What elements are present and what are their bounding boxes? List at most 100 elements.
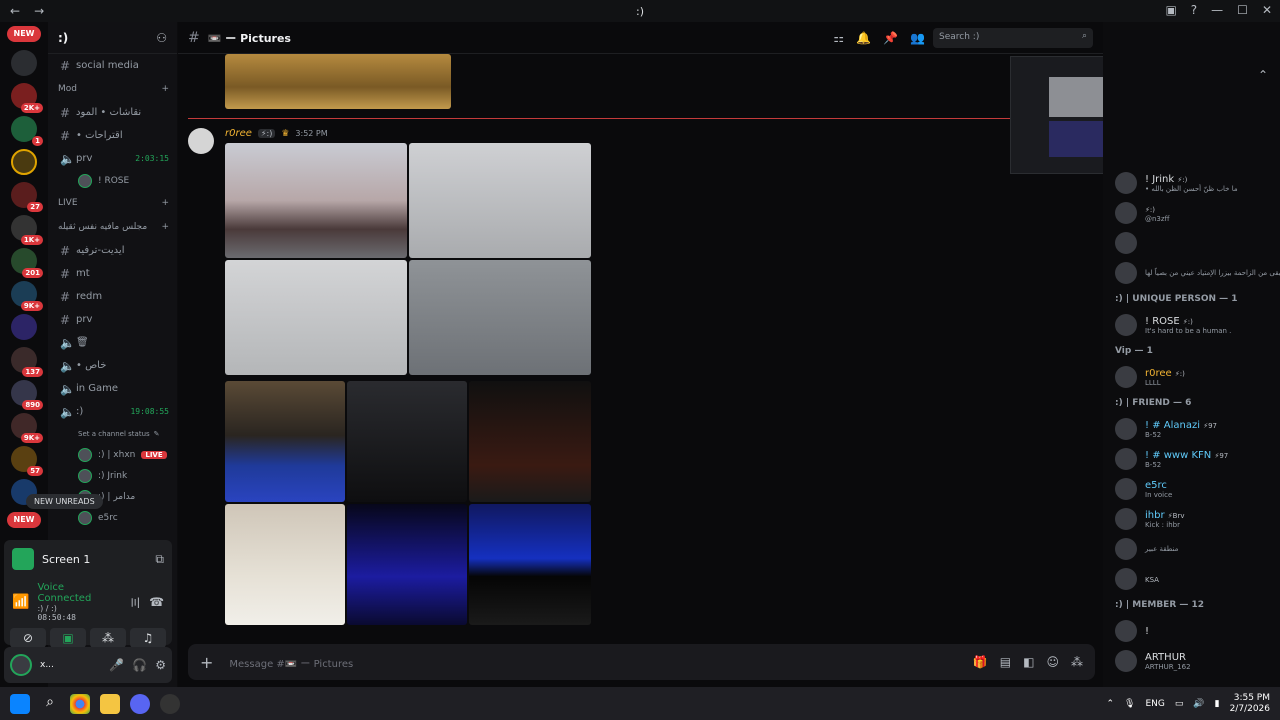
back-arrow-icon[interactable]: ← <box>10 4 20 18</box>
member-item[interactable]: KSA <box>1103 564 1280 594</box>
attachment-image[interactable] <box>347 504 467 625</box>
add-channel-icon[interactable]: + <box>161 84 169 94</box>
voice-channel[interactable]: 🔈 🗑 <box>48 331 177 354</box>
forward-arrow-icon[interactable]: → <box>34 4 44 18</box>
attachment-image[interactable] <box>469 381 591 502</box>
minimize-icon[interactable]: — <box>1211 3 1223 17</box>
text-channel[interactable]: # redm <box>48 285 177 308</box>
maximize-icon[interactable]: ☐ <box>1237 3 1248 17</box>
server-icon[interactable]: 57 <box>11 446 43 476</box>
voice-channel[interactable]: 🔈 • خاص <box>48 354 177 377</box>
add-channel-icon[interactable]: + <box>161 222 169 232</box>
attachment-image[interactable] <box>347 381 467 502</box>
member-item[interactable]: منطقة عبير <box>1103 534 1280 564</box>
voice-user[interactable]: ! ROSE <box>48 170 177 191</box>
voice-channel[interactable]: 🔈:) 19:08:55 <box>48 400 177 423</box>
voice-channel[interactable]: 🔈 in Game <box>48 377 177 400</box>
server-icon[interactable]: 201 <box>11 248 43 278</box>
member-item[interactable]: ! Jrink ⚡:) • ما خاب ظنّ أحسن الظن بالله <box>1103 168 1280 198</box>
apps-icon[interactable]: ⁂ <box>1071 655 1083 669</box>
voice-user[interactable]: :) | xhxn LIVE <box>48 444 177 465</box>
server-icon[interactable]: 1K+ <box>11 215 43 245</box>
attachment-image[interactable] <box>409 260 591 375</box>
gif-icon[interactable]: ▤ <box>1000 655 1011 669</box>
server-icon[interactable] <box>11 149 37 175</box>
category-header[interactable]: LIVE + <box>48 191 177 215</box>
server-icon[interactable]: 137 <box>11 347 43 377</box>
app-icon[interactable] <box>160 693 180 714</box>
member-item[interactable]: ! ROSE ⚡:) It's hard to be a human . <box>1103 310 1280 340</box>
avatar[interactable] <box>188 128 214 154</box>
member-item[interactable]: ! # www KFN ⚡97 B-52 <box>1103 444 1280 474</box>
noise-icon[interactable]: 〣 <box>129 594 141 611</box>
microphone-icon[interactable]: 🎤 <box>109 658 124 672</box>
text-channel[interactable]: # prv <box>48 308 177 331</box>
voice-channel[interactable]: :) / :) <box>37 604 121 613</box>
file-explorer-icon[interactable] <box>100 693 120 714</box>
attachment-image[interactable] <box>225 504 345 625</box>
inbox-icon[interactable]: ▣ <box>1165 3 1176 17</box>
headphones-icon[interactable]: 🎧 <box>132 658 147 672</box>
battery-icon[interactable]: ▮ <box>1215 699 1220 709</box>
help-icon[interactable]: ? <box>1191 3 1197 17</box>
server-icon[interactable] <box>11 50 37 76</box>
set-channel-status[interactable]: Set a channel status ✎ <box>48 423 177 444</box>
text-channel[interactable]: # • اقتراحات <box>48 124 177 147</box>
search-icon[interactable]: ⌕ <box>40 694 60 714</box>
volume-icon[interactable]: 🔊 <box>1193 699 1204 709</box>
category-header[interactable]: مجلس مافيه نفس ثقيله + <box>48 215 177 239</box>
server-icon[interactable]: 27 <box>11 182 43 212</box>
server-icon[interactable] <box>11 314 37 340</box>
add-attachment-icon[interactable]: + <box>200 653 213 672</box>
server-icon[interactable]: 1 <box>11 116 43 146</box>
add-member-icon[interactable]: ⚇ <box>156 31 167 45</box>
member-item[interactable]: ARTHUR ARTHUR_162 <box>1103 646 1280 676</box>
voice-status[interactable]: Voice Connected <box>37 582 121 604</box>
member-item[interactable]: ihbr ⚡Brv Kick : ihbr <box>1103 504 1280 534</box>
activities-icon[interactable]: ⁂ <box>90 628 126 648</box>
network-icon[interactable]: ▭ <box>1175 699 1184 709</box>
mic-tray-icon[interactable]: 🎙 <box>1124 699 1135 709</box>
member-item[interactable]: e5rc In voice <box>1103 474 1280 504</box>
message-composer[interactable]: + Message #📼 ー Pictures 🎁 ▤ ◧ ☺ ⁂ <box>188 644 1095 680</box>
text-channel[interactable]: # social media <box>48 54 177 77</box>
settings-gear-icon[interactable]: ⚙ <box>155 658 166 672</box>
tray-chevron-icon[interactable]: ⌃ <box>1107 699 1115 709</box>
voice-user[interactable]: :) Jrink <box>48 465 177 486</box>
server-icon[interactable]: 9K+ <box>11 281 43 311</box>
attachment-image[interactable] <box>225 260 407 375</box>
message-author[interactable]: r0ree <box>225 128 252 139</box>
screen-share-button[interactable]: ▣ <box>50 628 86 648</box>
clock[interactable]: 3:55 PM 2/7/2026 <box>1230 693 1270 715</box>
attachment-image[interactable] <box>225 54 451 109</box>
members-icon[interactable]: 👥 <box>910 31 925 45</box>
soundboard-icon[interactable]: ♫ <box>130 628 166 648</box>
add-channel-icon[interactable]: + <box>161 198 169 208</box>
threads-icon[interactable]: ⚏ <box>833 31 844 45</box>
server-icon[interactable]: 890 <box>11 380 43 410</box>
attachment-image[interactable] <box>469 504 591 625</box>
member-item[interactable] <box>1103 228 1280 258</box>
server-header[interactable]: :) ⚇ <box>48 22 177 54</box>
attachment-image[interactable] <box>225 143 407 258</box>
text-channel[interactable]: # ايديت-ترفيه <box>48 239 177 262</box>
attachment-image[interactable] <box>409 143 591 258</box>
member-item[interactable]: ! # Alanazi ⚡97 B-52 <box>1103 414 1280 444</box>
category-header[interactable]: Mod + <box>48 77 177 101</box>
username[interactable]: x... <box>40 660 54 670</box>
avatar[interactable] <box>10 654 32 676</box>
camera-off-icon[interactable]: ⊘ <box>10 628 46 648</box>
disconnect-icon[interactable]: ☎ <box>149 595 164 609</box>
voice-channel[interactable]: 🔈 prv 2:03:15 <box>48 147 177 170</box>
close-icon[interactable]: ✕ <box>1262 3 1272 17</box>
collapse-icon[interactable]: ⌃ <box>1258 68 1268 82</box>
chrome-icon[interactable] <box>70 693 90 714</box>
gift-icon[interactable]: 🎁 <box>973 655 988 669</box>
member-item[interactable]: ⚡:) @n3zff <box>1103 198 1280 228</box>
attachment-image[interactable] <box>225 381 345 502</box>
windows-start-icon[interactable] <box>10 693 30 714</box>
search-input[interactable]: Search :) ⌕ <box>933 27 1093 48</box>
member-item[interactable]: r0ree ⚡:) LLLL <box>1103 362 1280 392</box>
text-channel[interactable]: # نقاشات • المود <box>48 101 177 124</box>
signal-icon[interactable]: 📶 <box>12 594 29 610</box>
